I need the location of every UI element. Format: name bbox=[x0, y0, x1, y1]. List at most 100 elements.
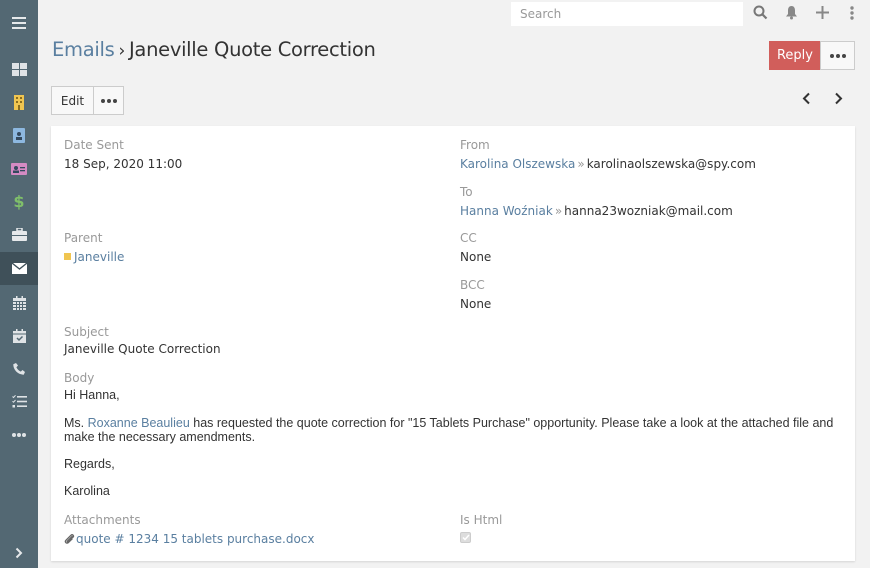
to-email: hanna23wozniak@mail.com bbox=[564, 204, 733, 218]
sidebar-item-accounts[interactable] bbox=[0, 86, 38, 119]
to-value: Hanna Woźniak» hanna23wozniak@mail.com bbox=[460, 202, 733, 220]
body-text: has requested the quote correction for "… bbox=[189, 416, 834, 430]
from-field: From Karolina Olszewska» karolinaolszewsk… bbox=[460, 137, 756, 173]
sidebar-item-leads[interactable] bbox=[0, 152, 38, 185]
from-email: karolinaolszewska@spy.com bbox=[586, 157, 756, 171]
sidebar-item-dashboard[interactable] bbox=[0, 53, 38, 86]
record-detail-panel: Date Sent 18 Sep, 2020 11:00 From Karoli… bbox=[51, 126, 855, 561]
plus-icon bbox=[815, 6, 829, 22]
body-signature: Karolina bbox=[64, 484, 110, 498]
parent-label: Parent bbox=[64, 231, 103, 245]
to-label: To bbox=[460, 185, 473, 199]
bcc-field: BCC None bbox=[460, 277, 491, 313]
from-contact-link[interactable]: Karolina Olszewska bbox=[460, 157, 575, 171]
body-closing: Regards, bbox=[64, 457, 115, 471]
parent-value: Janeville bbox=[64, 248, 124, 266]
body-greeting: Hi Hanna, bbox=[64, 388, 120, 402]
dollar-icon: $ bbox=[13, 192, 25, 211]
chevron-right-icon bbox=[834, 92, 843, 108]
parent-link[interactable]: Janeville bbox=[74, 250, 124, 264]
account-color-icon bbox=[64, 253, 71, 260]
body-paragraph: Ms. Roxanne Beaulieu has requested the q… bbox=[64, 416, 849, 444]
is-html-field: Is Html bbox=[460, 512, 502, 543]
chevron-left-icon bbox=[802, 92, 811, 108]
notifications-button[interactable] bbox=[781, 4, 801, 24]
bell-icon bbox=[785, 5, 798, 23]
body-label: Body bbox=[64, 371, 95, 385]
cc-value: None bbox=[460, 250, 492, 264]
search-input[interactable] bbox=[511, 2, 743, 26]
date-sent-value: 18 Sep, 2020 11:00 bbox=[64, 157, 183, 171]
to-separator: » bbox=[554, 204, 563, 218]
attachment-link[interactable]: quote # 1234 15 tablets purchase.docx bbox=[76, 532, 315, 546]
subject-field: Subject Janeville Quote Correction bbox=[64, 324, 221, 358]
bcc-value: None bbox=[460, 297, 492, 311]
more-dots-icon bbox=[100, 98, 117, 103]
body-text: make the necessary amendments. bbox=[64, 430, 256, 444]
dashboard-grid-icon bbox=[11, 63, 27, 76]
body-contact-link[interactable]: Roxanne Beaulieu bbox=[88, 416, 190, 430]
to-contact-link[interactable]: Hanna Woźniak bbox=[460, 204, 553, 218]
attachments-label: Attachments bbox=[64, 513, 141, 527]
previous-record-button[interactable] bbox=[796, 90, 816, 110]
breadcrumb-separator: › bbox=[118, 41, 125, 61]
sidebar-expand-button[interactable] bbox=[0, 536, 38, 568]
from-label: From bbox=[460, 138, 490, 152]
contact-badge-icon bbox=[13, 128, 25, 143]
hamburger-icon bbox=[12, 16, 26, 29]
search-button[interactable] bbox=[750, 4, 770, 24]
sidebar-menu-toggle[interactable] bbox=[0, 6, 38, 39]
id-card-icon bbox=[11, 162, 27, 175]
reply-more-button[interactable] bbox=[820, 41, 855, 70]
breadcrumb-emails-link[interactable]: Emails bbox=[52, 38, 115, 61]
menu-button[interactable] bbox=[842, 4, 862, 24]
search-icon bbox=[753, 5, 768, 23]
calendar-check-icon bbox=[12, 328, 26, 343]
next-record-button[interactable] bbox=[828, 90, 848, 110]
sidebar-item-contacts[interactable] bbox=[0, 119, 38, 152]
parent-field: Parent Janeville bbox=[64, 230, 124, 266]
email-body: Hi Hanna, Ms. Roxanne Beaulieu has reque… bbox=[64, 388, 849, 498]
sidebar-item-tasks[interactable] bbox=[0, 385, 38, 418]
sidebar-item-cases[interactable] bbox=[0, 218, 38, 251]
task-list-icon bbox=[11, 395, 27, 408]
edit-button[interactable]: Edit bbox=[51, 86, 94, 115]
bcc-label: BCC bbox=[460, 278, 485, 292]
from-value: Karolina Olszewska» karolinaolszewska@spy… bbox=[460, 155, 756, 173]
phone-icon bbox=[12, 362, 26, 376]
briefcase-icon bbox=[11, 228, 27, 241]
attachments-field: Attachments quote # 1234 15 tablets purc… bbox=[64, 512, 315, 550]
reply-button[interactable]: Reply bbox=[769, 41, 821, 70]
sidebar-item-calls[interactable] bbox=[0, 352, 38, 385]
more-icon bbox=[12, 432, 26, 437]
cc-field: CC None bbox=[460, 230, 491, 266]
sidebar: $ bbox=[0, 0, 38, 568]
building-icon bbox=[13, 95, 25, 110]
date-sent-label: Date Sent bbox=[64, 138, 124, 152]
sidebar-item-emails[interactable] bbox=[0, 252, 38, 285]
calendar-icon bbox=[12, 295, 26, 310]
body-field: Body Hi Hanna, Ms. Roxanne Beaulieu has … bbox=[64, 370, 849, 498]
chevron-right-icon bbox=[15, 547, 23, 559]
actions-more-button[interactable] bbox=[93, 86, 124, 115]
paperclip-icon bbox=[64, 532, 75, 550]
sidebar-item-more[interactable] bbox=[0, 418, 38, 451]
page-title: Janeville Quote Correction bbox=[128, 38, 376, 61]
is-html-label: Is Html bbox=[460, 513, 503, 527]
attachment-item: quote # 1234 15 tablets purchase.docx bbox=[64, 530, 315, 550]
breadcrumb: Emails › Janeville Quote Correction bbox=[52, 38, 376, 61]
sidebar-item-opportunities[interactable]: $ bbox=[0, 185, 38, 218]
cc-label: CC bbox=[460, 231, 477, 245]
subject-value: Janeville Quote Correction bbox=[64, 342, 221, 356]
check-icon bbox=[461, 534, 470, 541]
quick-create-button[interactable] bbox=[812, 4, 832, 24]
from-separator: » bbox=[577, 157, 585, 171]
envelope-icon bbox=[11, 263, 27, 274]
to-field: To Hanna Woźniak» hanna23wozniak@mail.com bbox=[460, 184, 733, 220]
date-sent-field: Date Sent 18 Sep, 2020 11:00 bbox=[64, 137, 182, 173]
more-dots-icon bbox=[829, 53, 846, 58]
subject-label: Subject bbox=[64, 325, 109, 339]
body-text: Ms. bbox=[64, 416, 88, 430]
sidebar-item-meetings[interactable] bbox=[0, 319, 38, 352]
sidebar-item-calendar[interactable] bbox=[0, 286, 38, 319]
